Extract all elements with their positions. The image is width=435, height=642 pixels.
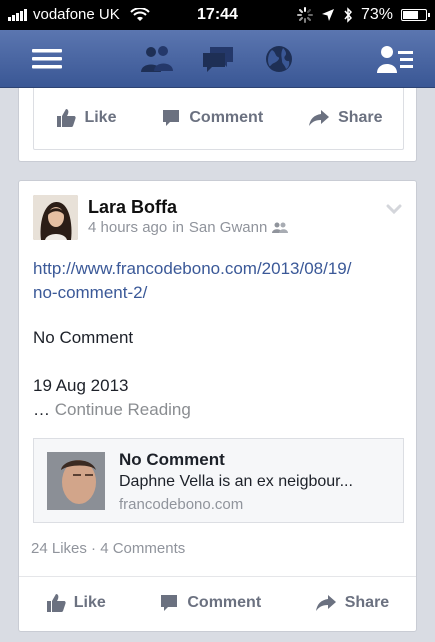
comment-icon <box>161 108 181 128</box>
engagement-counts: 24 Likes · 4 Comments <box>31 540 185 557</box>
previous-post-actions: Like Comment Share <box>33 88 404 150</box>
previous-post-card: Like Comment Share <box>18 88 417 162</box>
share-label: Share <box>344 594 390 611</box>
shared-link-description: Daphne Vella is an ex neigbour... <box>119 473 353 490</box>
post-time: 4 hours ago <box>88 219 168 236</box>
contacts-list-icon[interactable] <box>375 42 415 76</box>
battery-icon <box>401 9 430 21</box>
thumbs-up-icon <box>46 593 66 613</box>
post-body: No Comment <box>33 328 134 347</box>
comment-button[interactable]: Comment <box>161 108 263 128</box>
post-url-link[interactable]: http://www.francodebono.com/2013/08/19/ … <box>33 257 403 305</box>
post-location[interactable]: San Gwann <box>189 219 267 236</box>
comment-label: Comment <box>187 594 262 611</box>
ellipsis: … <box>33 400 50 419</box>
activity-spinner-icon <box>296 7 313 23</box>
post-meta: 4 hours ago in San Gwann <box>88 219 289 236</box>
author-avatar[interactable] <box>33 195 78 240</box>
shared-link-preview[interactable]: No Comment Daphne Vella is an ex neigbou… <box>33 438 404 523</box>
share-button[interactable]: Share <box>308 108 383 128</box>
top-nav-bar <box>0 30 435 88</box>
likes-count[interactable]: 24 Likes <box>31 540 87 557</box>
like-label: Like <box>73 594 106 611</box>
bluetooth-icon <box>343 7 353 23</box>
like-button[interactable]: Like <box>56 108 116 128</box>
post-card: Lara Boffa 4 hours ago in San Gwann http… <box>18 180 417 632</box>
thumbs-up-icon <box>56 108 77 128</box>
post-url-line-2: no-comment-2/ <box>33 283 148 302</box>
location-prefix: in <box>172 219 184 236</box>
like-label: Like <box>84 109 117 126</box>
chevron-down-icon[interactable] <box>386 201 402 219</box>
messages-icon[interactable] <box>200 42 236 76</box>
divider <box>19 576 416 577</box>
share-button[interactable]: Share <box>315 593 389 613</box>
post-url-line-1: http://www.francodebono.com/2013/08/19/ <box>33 259 352 278</box>
continue-reading-row: … Continue Reading <box>33 400 191 420</box>
comment-icon <box>159 593 179 613</box>
continue-reading-link[interactable]: Continue Reading <box>55 400 191 419</box>
like-button[interactable]: Like <box>46 593 106 613</box>
separator: · <box>91 540 97 557</box>
globe-notifications-icon[interactable] <box>262 42 296 76</box>
comment-button[interactable]: Comment <box>159 593 261 613</box>
share-arrow-icon <box>315 593 337 613</box>
post-actions: Like Comment Share <box>19 593 416 613</box>
share-arrow-icon <box>308 108 330 128</box>
location-arrow-icon <box>321 8 335 22</box>
battery-percent: 73% <box>360 6 393 23</box>
link-thumbnail <box>47 452 105 510</box>
status-bar: vodafone UK 17:44 73% <box>0 0 435 30</box>
comments-count[interactable]: 4 Comments <box>100 540 185 557</box>
menu-icon[interactable] <box>30 42 64 76</box>
friends-privacy-icon <box>272 222 289 234</box>
shared-link-domain: francodebono.com <box>119 496 244 513</box>
post-date: 19 Aug 2013 <box>33 376 129 395</box>
comment-label: Comment <box>189 109 264 126</box>
author-name[interactable]: Lara Boffa <box>88 197 177 218</box>
shared-link-title: No Comment <box>119 450 225 469</box>
friend-requests-icon[interactable] <box>136 42 176 76</box>
share-label: Share <box>338 109 383 126</box>
